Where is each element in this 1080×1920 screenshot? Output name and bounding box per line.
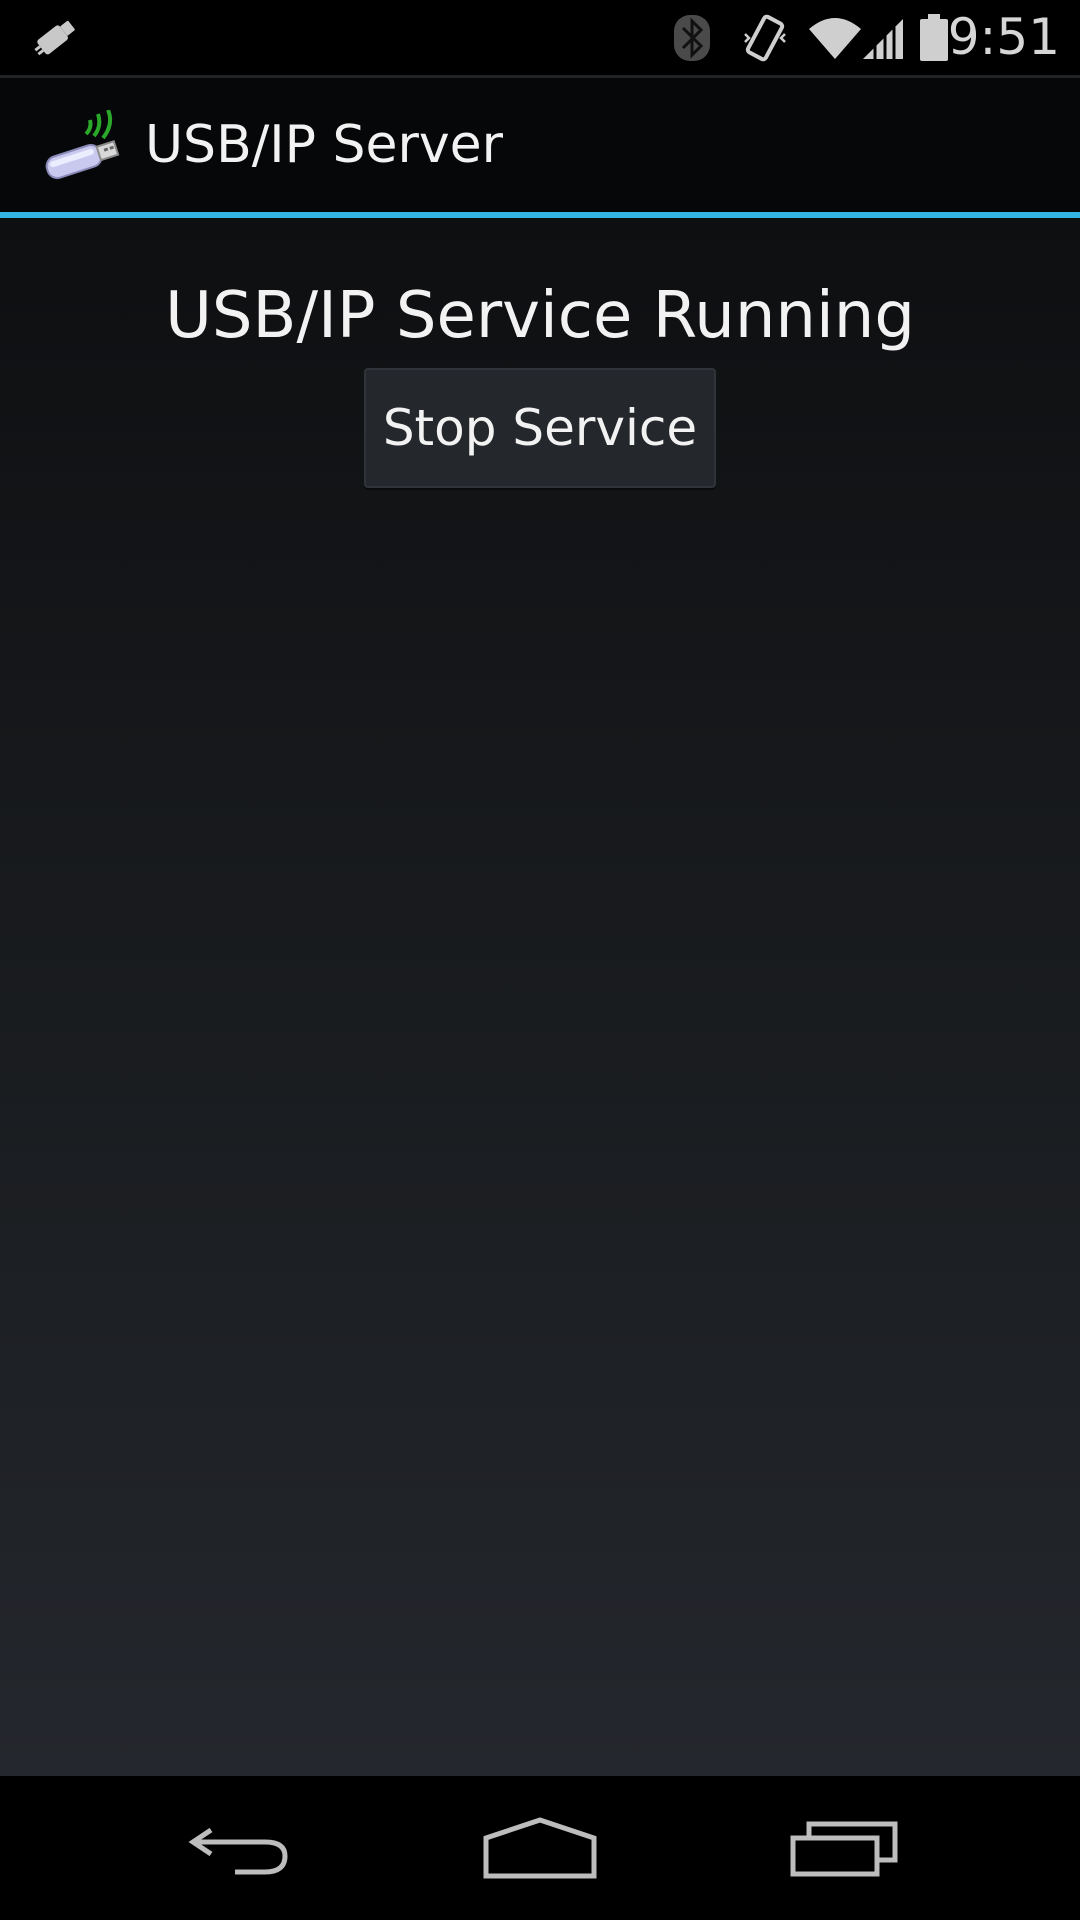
vibrate-icon (738, 0, 792, 75)
usb-wireless-app-icon[interactable] (42, 109, 124, 182)
status-bar: 9:51 (0, 0, 1080, 75)
main-content: USB/IP Service Running Stop Service (0, 218, 1080, 1776)
signal-icon (860, 0, 906, 75)
status-time: 9:51 (947, 8, 1060, 66)
stop-service-button[interactable]: Stop Service (364, 368, 716, 488)
home-icon[interactable] (420, 1776, 660, 1920)
usb-debug-icon (28, 0, 82, 75)
service-status-text: USB/IP Service Running (165, 279, 915, 353)
wifi-icon (806, 0, 864, 75)
bluetooth-icon (668, 0, 716, 75)
screen: 9:51 USB/IP Server USB/IP Service Runnin… (0, 0, 1080, 1920)
action-bar: USB/IP Server (0, 78, 1080, 212)
recents-icon[interactable] (724, 1776, 964, 1920)
navigation-bar (0, 1776, 1080, 1920)
app-title: USB/IP Server (145, 115, 504, 175)
back-icon[interactable] (120, 1776, 360, 1920)
